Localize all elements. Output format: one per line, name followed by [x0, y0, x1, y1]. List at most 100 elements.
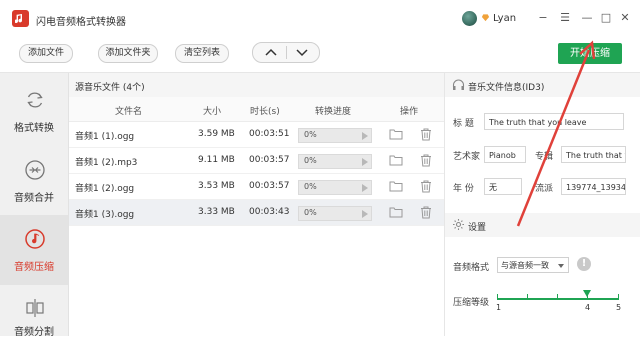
close-button[interactable]: ✕: [616, 9, 634, 27]
help-icon[interactable]: −: [534, 9, 552, 27]
sidebar-item-label: 格式转换: [14, 123, 54, 134]
title-label: 标 题: [453, 119, 474, 129]
file-size: 3.33 MB: [198, 207, 235, 217]
refresh-icon: [27, 92, 43, 108]
title-bar: 闪电音频格式转换器 Lyan − ☰ — □ ✕: [0, 0, 640, 39]
folder-icon[interactable]: [389, 179, 403, 193]
format-select[interactable]: 与源音频一致: [497, 257, 569, 273]
table-row[interactable]: 音频1 (1).ogg 3.59 MB 00:03:51 0%: [69, 122, 444, 148]
progress-value: 0%: [304, 130, 317, 139]
merge-icon: [25, 160, 45, 180]
slider-tick: [618, 294, 619, 298]
play-icon[interactable]: [362, 132, 368, 140]
album-label: 专辑: [535, 152, 554, 162]
progress-value: 0%: [304, 182, 317, 191]
file-duration: 00:03:57: [249, 155, 290, 165]
user-name[interactable]: Lyan: [493, 13, 516, 24]
sidebar-item-audio-merge[interactable]: 音频合并: [0, 145, 68, 215]
app-title: 闪电音频格式转换器: [36, 17, 126, 28]
artist-label: 艺术家: [453, 152, 481, 162]
slider-max-label: 5: [616, 303, 622, 312]
folder-icon[interactable]: [389, 127, 403, 141]
app-logo-icon: [12, 10, 29, 27]
slider-tick: [497, 294, 498, 298]
file-list-panel: 源音乐文件 (4个) 文件名 大小 时长(s) 转换进度 操作 音频1 (1).…: [69, 73, 444, 336]
compress-icon: [25, 229, 45, 249]
file-name: 音频1 (2).ogg: [75, 184, 135, 194]
file-duration: 00:03:51: [249, 129, 290, 139]
maximize-button[interactable]: □: [597, 9, 615, 27]
file-list-title: 源音乐文件 (4个): [75, 83, 145, 93]
genre-field[interactable]: 139774_13934: [561, 178, 626, 195]
sidebar-item-audio-compress[interactable]: 音频压缩: [0, 215, 68, 285]
settings-section-title: 设置: [468, 223, 487, 233]
progress-bar: 0%: [298, 206, 372, 221]
table-row[interactable]: 音频1 (2).mp3 9.11 MB 00:03:57 0%: [69, 148, 444, 174]
level-label: 压缩等级: [453, 298, 490, 308]
move-up-icon[interactable]: [261, 45, 281, 59]
play-icon[interactable]: [362, 184, 368, 192]
sidebar-item-label: 音频压缩: [14, 262, 54, 273]
slider-min-label: 1: [496, 303, 502, 312]
format-select-value: 与源音频一致: [501, 261, 549, 270]
file-list-header: 源音乐文件 (4个): [69, 73, 444, 98]
clear-list-button[interactable]: 清空列表: [175, 44, 229, 63]
play-icon[interactable]: [362, 210, 368, 218]
artist-field[interactable]: Pianob: [484, 146, 526, 163]
compression-slider[interactable]: [497, 298, 619, 300]
format-label: 音频格式: [453, 263, 490, 273]
trash-icon[interactable]: [419, 127, 433, 141]
toolbar: 添加文件 添加文件夹 清空列表 开始压缩: [0, 38, 640, 73]
table-row[interactable]: 音频1 (3).ogg 3.33 MB 00:03:43 0%: [69, 200, 444, 226]
progress-bar: 0%: [298, 154, 372, 169]
column-header: 文件名: [115, 107, 143, 117]
gear-icon: [453, 219, 464, 230]
slider-tick: [527, 294, 528, 298]
slider-thumb[interactable]: [583, 290, 591, 297]
reorder-arrows: [252, 42, 320, 63]
folder-icon[interactable]: [389, 153, 403, 167]
column-header: 时长(s): [250, 107, 280, 117]
add-file-button[interactable]: 添加文件: [19, 44, 73, 63]
info-icon[interactable]: !: [577, 257, 591, 271]
column-header: 转换进度: [315, 107, 352, 117]
title-field[interactable]: The truth that you leave: [484, 113, 624, 130]
trash-icon[interactable]: [419, 205, 433, 219]
add-folder-button[interactable]: 添加文件夹: [98, 44, 158, 63]
minimize-button[interactable]: —: [578, 9, 596, 27]
slider-tick: [557, 294, 558, 298]
table-row[interactable]: 音频1 (2).ogg 3.53 MB 00:03:57 0%: [69, 174, 444, 200]
progress-bar: 0%: [298, 128, 372, 143]
start-compress-button[interactable]: 开始压缩: [558, 43, 622, 64]
file-name: 音频1 (1).ogg: [75, 132, 135, 142]
slider-value-label: 4: [585, 303, 591, 312]
menu-icon[interactable]: ☰: [556, 9, 574, 27]
trash-icon[interactable]: [419, 179, 433, 193]
file-size: 9.11 MB: [198, 155, 235, 165]
settings-section-header: 设置: [445, 213, 640, 237]
file-duration: 00:03:57: [249, 181, 290, 191]
sidebar-item-audio-split[interactable]: 音频分割: [0, 285, 68, 355]
sidebar-item-format-convert[interactable]: 格式转换: [0, 75, 68, 145]
column-header: 操作: [400, 107, 419, 117]
vip-icon: [481, 14, 490, 22]
avatar[interactable]: [462, 11, 477, 26]
year-field[interactable]: 无: [484, 178, 522, 195]
split-icon: [26, 299, 44, 317]
folder-icon[interactable]: [389, 205, 403, 219]
column-header: 大小: [203, 107, 222, 117]
album-field[interactable]: The truth that y: [561, 146, 626, 163]
right-panel: 音乐文件信息(ID3) 标 题 The truth that you leave…: [444, 73, 640, 336]
chevron-down-icon: [558, 264, 564, 268]
play-icon[interactable]: [362, 158, 368, 166]
file-size: 3.53 MB: [198, 181, 235, 191]
progress-value: 0%: [304, 156, 317, 165]
trash-icon[interactable]: [419, 153, 433, 167]
id3-section-header: 音乐文件信息(ID3): [445, 73, 640, 97]
file-size: 3.59 MB: [198, 129, 235, 139]
file-name: 音频1 (2).mp3: [75, 158, 138, 168]
move-down-icon[interactable]: [292, 45, 312, 59]
table-header: 文件名 大小 时长(s) 转换进度 操作: [69, 97, 444, 122]
progress-value: 0%: [304, 208, 317, 217]
progress-bar: 0%: [298, 180, 372, 195]
